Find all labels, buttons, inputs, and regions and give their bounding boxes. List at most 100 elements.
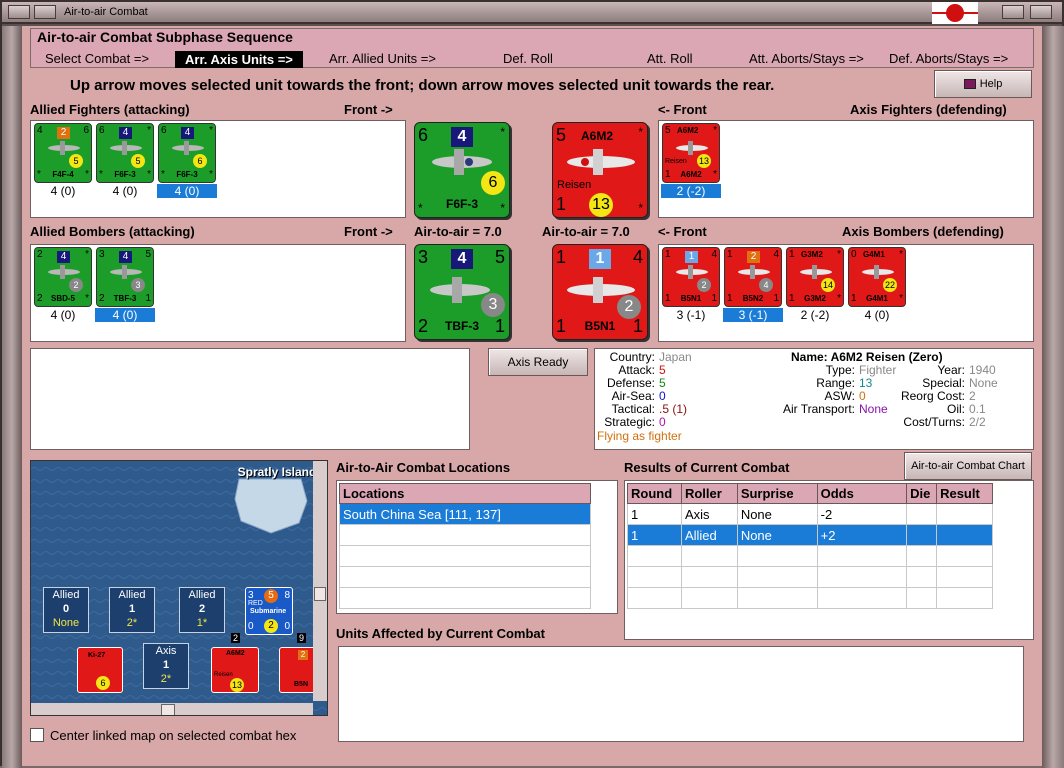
air-to-air-allied: Air-to-air = 7.0 — [414, 224, 502, 239]
center-map-label: Center linked map on selected combat hex — [50, 728, 297, 743]
allied-stack-box[interactable]: Allied 1 2* — [109, 587, 155, 633]
japan-flag-icon — [932, 2, 978, 24]
axis-bombers-label: Axis Bombers (defending) — [842, 224, 1004, 239]
selected-axis-fighter-counter: 5 * A6M2 Reisen 13 1 * — [552, 122, 648, 218]
help-button[interactable]: Help — [934, 70, 1032, 98]
submarine-counter[interactable]: 3 5 8 RED Submarine 0 2 0 — [245, 587, 293, 635]
selected-allied-bomber-counter: 3 5 4 3 2 1 TBF-3 — [414, 244, 510, 340]
book-icon — [963, 79, 976, 90]
counter-face: 5 * A6M2 Reisen 13 1 * A6M2 — [661, 122, 721, 184]
table-row[interactable]: 1 Allied None +2 — [627, 524, 993, 546]
air-to-air-axis: Air-to-air = 7.0 — [542, 224, 630, 239]
selected-allied-fighter-counter: 6 * 4 6 * * F6F-3 — [414, 122, 510, 218]
minimize-button[interactable] — [34, 5, 56, 19]
table-row[interactable]: South China Sea [111, 137] — [339, 503, 591, 525]
restore-button[interactable] — [1002, 5, 1024, 19]
counter-face: 4 6 2 5 * * F4F-4 — [34, 123, 92, 183]
axis-stack-box[interactable]: Axis 1 2* — [143, 643, 189, 689]
map-vertical-scrollbar[interactable] — [313, 461, 327, 701]
unit-strength: 3 (-1) — [723, 308, 783, 322]
allied-stack-box[interactable]: Allied 0 None — [43, 587, 89, 633]
axis-bombers-panel[interactable]: 1 4 1 2 1 1 B5N1 3 (-1) 1 4 2 4 1 1 B5N2 3 (-1) 1 * G3M2 14… — [658, 244, 1034, 342]
front-label: <- Front — [658, 102, 707, 117]
fighter-plane-icon — [567, 149, 635, 175]
step-arr-axis-units: Arr. Axis Units => — [175, 51, 303, 68]
close-button[interactable] — [1030, 5, 1052, 19]
col-result[interactable]: Result — [936, 483, 993, 504]
unit-strength: 4 (0) — [112, 184, 138, 198]
window-title: Air-to-air Combat — [64, 6, 148, 18]
counter-face: 1 4 2 4 1 1 B5N2 — [723, 246, 783, 308]
counter-face: 3 5 4 3 2 1 TBF-3 — [95, 246, 155, 308]
unit-counter[interactable]: 1 4 2 4 1 1 B5N2 3 (-1) — [723, 246, 785, 323]
unit-counter[interactable]: 5 * A6M2 Reisen 13 1 * A6M2 2 (-2) — [661, 122, 723, 199]
table-row[interactable] — [627, 566, 993, 588]
allied-stack-box[interactable]: Allied 2 1* — [179, 587, 225, 633]
table-row[interactable] — [339, 545, 591, 567]
counter-face: 6 * 4 6 * * F6F-3 — [157, 122, 217, 184]
col-odds[interactable]: Odds — [816, 483, 908, 504]
map-unit-counter[interactable]: Ki-27 6 — [77, 647, 123, 693]
unit-counter[interactable]: 6 * 4 5 * * F6F-3 4 (0) — [95, 123, 157, 199]
locations-header[interactable]: Locations — [339, 483, 591, 504]
col-die[interactable]: Die — [906, 483, 938, 504]
step-arr-allied-units: Arr. Allied Units => — [329, 51, 436, 66]
unit-counter[interactable]: 2 * 4 2 2 * SBD-5 4 (0) — [33, 247, 95, 323]
axis-ready-button[interactable]: Axis Ready — [488, 348, 588, 376]
counter-face: 1 4 1 2 1 1 B5N1 — [662, 247, 720, 307]
results-panel: Round Roller Surprise Odds Die Result 1A… — [624, 480, 1034, 640]
col-round[interactable]: Round — [627, 483, 682, 504]
table-row[interactable] — [627, 587, 993, 609]
allied-fighters-label: Allied Fighters (attacking) — [30, 102, 190, 117]
table-row[interactable] — [627, 545, 993, 567]
map-location-label: Spratly Islands — [237, 465, 323, 479]
instruction-text: Up arrow moves selected unit towards the… — [70, 77, 775, 94]
table-row[interactable]: 1 Axis None -2 — [627, 503, 993, 525]
counter-face: 6 * 4 5 * * F6F-3 — [96, 123, 154, 183]
unit-counter[interactable]: 3 5 4 3 2 1 TBF-3 4 (0) — [95, 246, 157, 323]
unit-counter[interactable]: 0 * G4M1 22 1 * G4M1 4 (0) — [847, 247, 909, 323]
step-att-aborts: Att. Aborts/Stays => — [749, 51, 864, 66]
combat-chart-button[interactable]: Air-to-air Combat Chart — [904, 452, 1032, 480]
col-roller[interactable]: Roller — [680, 483, 738, 504]
mini-map[interactable]: Spratly Islands Allied 0 None Allied 1 2* Al… — [30, 460, 328, 716]
message-panel — [30, 348, 470, 450]
unit-strength: 2 (-2) — [800, 308, 830, 322]
axis-fighters-panel[interactable]: 5 * A6M2 Reisen 13 1 * A6M2 2 (-2) — [658, 120, 1034, 218]
col-surprise[interactable]: Surprise — [736, 483, 818, 504]
unit-strength: 3 (-1) — [676, 308, 706, 322]
unit-counter[interactable]: 1 * G3M2 14 1 * G3M2 2 (-2) — [785, 247, 847, 323]
unit-strength: 4 (0) — [50, 184, 76, 198]
map-unit-counter[interactable]: A6M2 Reisen 13 — [211, 647, 259, 693]
system-menu-button[interactable] — [8, 5, 30, 19]
table-row[interactable] — [339, 524, 591, 546]
scroll-thumb[interactable] — [314, 587, 326, 601]
results-table: Round Roller Surprise Odds Die Result 1A… — [627, 483, 993, 609]
table-row[interactable] — [339, 587, 591, 609]
selected-axis-bomber-counter: 1 4 1 2 1 1 B5N1 — [552, 244, 648, 340]
unit-info-panel: Country: Japan Attack: 5 Defense: 5 Air-Sea… — [594, 348, 1034, 450]
allied-bombers-panel[interactable]: 2 * 4 2 2 * SBD-5 4 (0) 3 5 4 3 2 1 TBF-3 4 (0) — [30, 244, 406, 342]
front-label: Front -> — [344, 224, 393, 239]
window: Air-to-air Combat Air-to-air Combat Subp… — [0, 0, 1064, 768]
unit-counter[interactable]: 1 4 1 2 1 1 B5N1 3 (-1) — [661, 247, 723, 323]
center-map-checkbox[interactable] — [30, 728, 44, 742]
step-att-roll: Att. Roll — [647, 51, 693, 66]
phase-sequence: Air-to-air Combat Subphase Sequence Sele… — [30, 28, 1034, 68]
locations-table: Locations South China Sea [111, 137] — [339, 483, 591, 609]
right-frame — [1042, 26, 1064, 768]
unit-counter[interactable]: 4 6 2 5 * * F4F-4 4 (0) — [33, 123, 95, 199]
unit-strength: 2 (-2) — [661, 184, 721, 198]
map-horizontal-scrollbar[interactable] — [31, 703, 313, 715]
affected-units-panel — [338, 646, 1024, 742]
scroll-thumb[interactable] — [161, 704, 175, 715]
unit-counter[interactable]: 6 * 4 6 * * F6F-3 4 (0) — [157, 122, 219, 199]
allied-fighters-panel[interactable]: 4 6 2 5 * * F4F-4 4 (0) 6 * 4 5 * * F6F-3 4 (0) 6 * 4 6 * * F6… — [30, 120, 406, 218]
results-title: Results of Current Combat — [624, 460, 790, 475]
title-bar: Air-to-air Combat — [2, 2, 1062, 24]
content-area: Air-to-air Combat Subphase Sequence Sele… — [22, 26, 1042, 766]
allied-bombers-label: Allied Bombers (attacking) — [30, 224, 195, 239]
table-row[interactable] — [339, 566, 591, 588]
step-select-combat: Select Combat => — [45, 51, 150, 66]
unit-strength: 4 (0) — [864, 308, 890, 322]
